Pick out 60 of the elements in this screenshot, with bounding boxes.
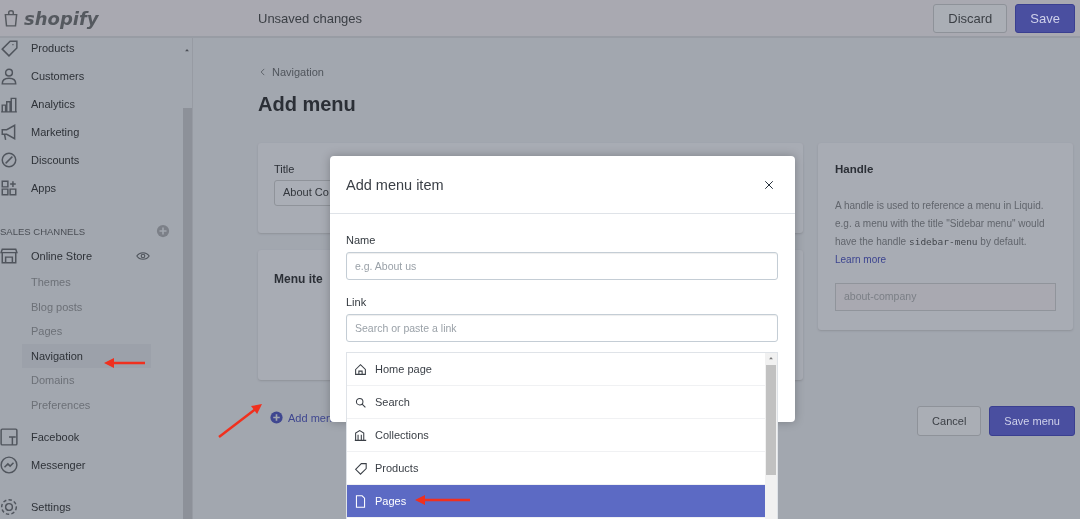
nav-icon bbox=[0, 39, 18, 57]
option-icon bbox=[354, 395, 367, 409]
card-heading: Handle bbox=[835, 163, 875, 175]
nav-icon bbox=[0, 67, 18, 85]
sidebar-item[interactable]: Online Store bbox=[0, 242, 172, 270]
channel-icon bbox=[0, 247, 18, 265]
modal-title: Add menu item bbox=[346, 176, 444, 193]
dropdown-option[interactable]: Collections bbox=[347, 419, 765, 452]
option-icon bbox=[354, 428, 367, 442]
page-title: Add menu bbox=[258, 93, 357, 116]
nav-icon bbox=[0, 179, 18, 197]
discard-button[interactable]: Discard bbox=[933, 3, 1008, 33]
scrollbar[interactable] bbox=[765, 353, 777, 519]
channel-icon bbox=[0, 428, 18, 446]
cancel-button[interactable]: Cancel bbox=[917, 406, 982, 436]
gear-icon bbox=[0, 498, 18, 516]
dropdown-option[interactable]: Search bbox=[347, 386, 765, 419]
dropdown-option[interactable]: Pages bbox=[347, 485, 765, 518]
text-field[interactable]: e.g. About us bbox=[346, 252, 778, 280]
sidebar-subitem[interactable]: Navigation bbox=[22, 343, 151, 368]
sidebar-item[interactable]: Apps bbox=[0, 174, 172, 202]
sidebar-item[interactable]: Customers bbox=[0, 62, 172, 90]
logo-text: shopify bbox=[24, 7, 99, 29]
card-heading: Menu ite bbox=[274, 272, 323, 286]
sidebar-item[interactable]: Settings bbox=[0, 493, 172, 519]
field-label: Name bbox=[346, 234, 377, 246]
save-button[interactable]: Save bbox=[1015, 3, 1075, 33]
field-label: Link bbox=[346, 296, 368, 308]
sidebar-item[interactable]: Discounts bbox=[0, 146, 172, 174]
add-icon bbox=[270, 411, 283, 424]
dropdown-option[interactable]: Home page bbox=[347, 353, 765, 386]
sidebar-item[interactable]: Marketing bbox=[0, 118, 172, 146]
back-icon bbox=[258, 67, 268, 77]
scroll-up-icon bbox=[184, 47, 190, 53]
learn-more-link[interactable]: Learn more bbox=[835, 254, 887, 265]
breadcrumb-link[interactable]: Navigation bbox=[258, 63, 1075, 81]
text-field[interactable]: Search or paste a link bbox=[346, 314, 778, 342]
bag-icon bbox=[2, 9, 20, 27]
add-icon bbox=[156, 224, 170, 238]
close-icon bbox=[763, 178, 775, 191]
nav-icon bbox=[0, 151, 18, 169]
scroll-up-icon bbox=[768, 355, 774, 361]
option-icon bbox=[354, 461, 367, 475]
field-label: Title bbox=[274, 163, 296, 175]
handle-description: A handle is used to reference a menu in Liquid. e.g. a menu with the title "Sidebar menu" would have the handle sidebar-menu by default. Learn more bbox=[835, 199, 1046, 267]
channel-icon bbox=[0, 456, 18, 474]
option-icon bbox=[354, 362, 367, 376]
save-menu-button[interactable]: Save menu bbox=[989, 406, 1075, 436]
sidebar-item[interactable]: Facebook bbox=[0, 423, 172, 451]
sidebar-item[interactable]: Messenger bbox=[0, 451, 172, 479]
nav-icon bbox=[0, 95, 18, 113]
annotation-arrow bbox=[104, 358, 145, 368]
sidebar-item[interactable]: Products bbox=[0, 38, 172, 62]
section-heading: SALES CHANNELS bbox=[0, 225, 85, 237]
option-icon bbox=[354, 494, 367, 508]
status-text: Unsaved changes bbox=[257, 10, 364, 26]
annotation-arrow bbox=[218, 404, 262, 438]
eye-icon bbox=[136, 249, 150, 263]
sidebar-item[interactable]: Analytics bbox=[0, 90, 172, 118]
nav-icon bbox=[0, 123, 18, 141]
